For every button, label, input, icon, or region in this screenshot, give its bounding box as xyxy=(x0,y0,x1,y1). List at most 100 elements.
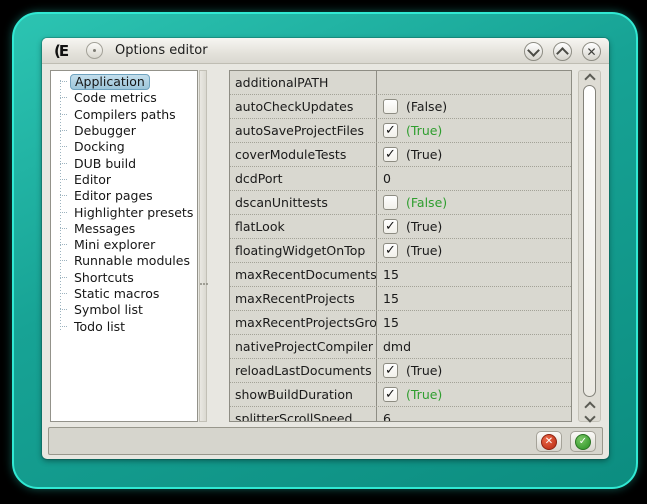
sidebar-item[interactable]: Editor xyxy=(51,172,197,188)
property-checkbox[interactable]: ✓ xyxy=(383,387,398,402)
property-value: 15 xyxy=(383,291,399,306)
tree-branch-icon xyxy=(60,326,67,328)
property-name: maxRecentProjectsGrou xyxy=(230,311,377,334)
sidebar-item-label: Compilers paths xyxy=(70,107,180,123)
sidebar-item[interactable]: Mini explorer xyxy=(51,237,197,253)
titlebar: (E Options editor ✕ xyxy=(42,38,609,64)
scrollbar-thumb[interactable] xyxy=(583,85,596,397)
property-row[interactable]: additionalPATH xyxy=(230,71,571,95)
tree-branch-icon xyxy=(60,81,67,83)
sidebar-item-label: Symbol list xyxy=(70,302,147,318)
property-row[interactable]: autoCheckUpdates (False) xyxy=(230,95,571,119)
property-name: nativeProjectCompiler xyxy=(230,335,377,358)
property-value: (False) xyxy=(406,195,447,210)
vertical-scrollbar[interactable] xyxy=(578,70,601,422)
property-checkbox[interactable]: ✓ xyxy=(383,123,398,138)
sidebar-item-label: Runnable modules xyxy=(70,253,194,269)
property-checkbox[interactable]: ✓ xyxy=(383,147,398,162)
tree-branch-icon xyxy=(60,212,67,214)
sidebar-item[interactable]: Debugger xyxy=(51,123,197,139)
maximize-button[interactable] xyxy=(553,42,572,61)
property-row[interactable]: nativeProjectCompiler dmd xyxy=(230,335,571,359)
property-value: dmd xyxy=(383,339,411,354)
sidebar-item[interactable]: Messages xyxy=(51,221,197,237)
sidebar-item-label: Messages xyxy=(70,221,139,237)
property-row[interactable]: autoSaveProjectFiles ✓ (True) xyxy=(230,119,571,143)
desktop-background: (E Options editor ✕ Application xyxy=(0,0,647,504)
sidebar-item[interactable]: Compilers paths xyxy=(51,107,197,123)
sidebar-item[interactable]: DUB build xyxy=(51,155,197,171)
shade-button[interactable] xyxy=(524,42,543,61)
property-checkbox[interactable]: ✓ xyxy=(383,219,398,234)
property-row[interactable]: dscanUnittests (False) xyxy=(230,191,571,215)
close-button[interactable]: ✕ xyxy=(582,42,601,61)
property-value: 15 xyxy=(383,315,399,330)
property-checkbox[interactable] xyxy=(383,195,398,210)
property-row[interactable]: showBuildDuration ✓ (True) xyxy=(230,383,571,407)
property-row[interactable]: flatLook ✓ (True) xyxy=(230,215,571,239)
sidebar-item[interactable]: Highlighter presets xyxy=(51,204,197,220)
sidebar-item[interactable]: Docking xyxy=(51,139,197,155)
chevron-up-icon xyxy=(556,47,569,60)
sidebar-item[interactable]: Code metrics xyxy=(51,90,197,106)
tree-branch-icon xyxy=(60,146,67,148)
property-value: 6 xyxy=(383,411,391,422)
scroll-down-icon[interactable] xyxy=(584,411,595,422)
property-name: autoCheckUpdates xyxy=(230,95,377,118)
sidebar-item[interactable]: Runnable modules xyxy=(51,253,197,269)
check-mark-icon: ✓ xyxy=(385,148,396,161)
sidebar-item-label: Mini explorer xyxy=(70,237,159,253)
splitter[interactable] xyxy=(199,70,207,422)
check-mark-icon: ✓ xyxy=(385,364,396,377)
splitter-grip-icon xyxy=(200,283,208,286)
property-row[interactable]: maxRecentProjectsGrou 15 xyxy=(230,311,571,335)
property-checkbox[interactable] xyxy=(383,99,398,114)
accept-circle: ✓ xyxy=(575,434,591,450)
window-title: Options editor xyxy=(115,43,208,58)
property-value: 15 xyxy=(383,267,399,282)
property-name: coverModuleTests xyxy=(230,143,377,166)
property-row[interactable]: splitterScrollSpeed 6 xyxy=(230,407,571,422)
property-row[interactable]: reloadLastDocuments ✓ (True) xyxy=(230,359,571,383)
property-row[interactable]: maxRecentDocuments 15 xyxy=(230,263,571,287)
property-name: reloadLastDocuments xyxy=(230,359,377,382)
cancel-circle: ✕ xyxy=(541,434,557,450)
check-mark-icon: ✓ xyxy=(385,388,396,401)
property-grid: additionalPATH autoCheckUpdates (False) … xyxy=(229,70,572,422)
property-name: maxRecentProjects xyxy=(230,287,377,310)
sidebar-item-label: Debugger xyxy=(70,123,140,139)
sidebar-item[interactable]: Application xyxy=(51,74,197,90)
check-mark-icon: ✓ xyxy=(385,244,396,257)
window-menu-button[interactable] xyxy=(86,42,103,59)
property-row[interactable]: floatingWidgetOnTop ✓ (True) xyxy=(230,239,571,263)
sidebar-item[interactable]: Static macros xyxy=(51,286,197,302)
tree-branch-icon xyxy=(60,293,67,295)
sidebar-item[interactable]: Editor pages xyxy=(51,188,197,204)
scroll-up-icon[interactable] xyxy=(584,73,595,84)
property-name: splitterScrollSpeed xyxy=(230,407,377,422)
sidebar-item[interactable]: Todo list xyxy=(51,318,197,334)
tree-branch-icon xyxy=(60,97,67,99)
property-row[interactable]: maxRecentProjects 15 xyxy=(230,287,571,311)
cancel-button[interactable]: ✕ xyxy=(536,431,562,452)
tree-branch-icon xyxy=(60,228,67,230)
cancel-cross-icon: ✕ xyxy=(545,437,553,447)
property-checkbox[interactable]: ✓ xyxy=(383,363,398,378)
property-row[interactable]: coverModuleTests ✓ (True) xyxy=(230,143,571,167)
property-checkbox[interactable]: ✓ xyxy=(383,243,398,258)
property-row[interactable]: dcdPort 0 xyxy=(230,167,571,191)
property-value: (True) xyxy=(406,123,442,138)
property-name: flatLook xyxy=(230,215,377,238)
property-name: showBuildDuration xyxy=(230,383,377,406)
check-mark-icon: ✓ xyxy=(385,124,396,137)
sidebar-item[interactable]: Shortcuts xyxy=(51,270,197,286)
property-value: (True) xyxy=(406,243,442,258)
sidebar-item-label: DUB build xyxy=(70,156,140,172)
sidebar-item[interactable]: Symbol list xyxy=(51,302,197,318)
sidebar-item-label: Docking xyxy=(70,139,129,155)
property-value: (True) xyxy=(406,219,442,234)
tree-branch-icon xyxy=(60,309,67,311)
sidebar-item-label: Shortcuts xyxy=(70,270,138,286)
accept-button[interactable]: ✓ xyxy=(570,431,596,452)
property-value: (False) xyxy=(406,99,447,114)
